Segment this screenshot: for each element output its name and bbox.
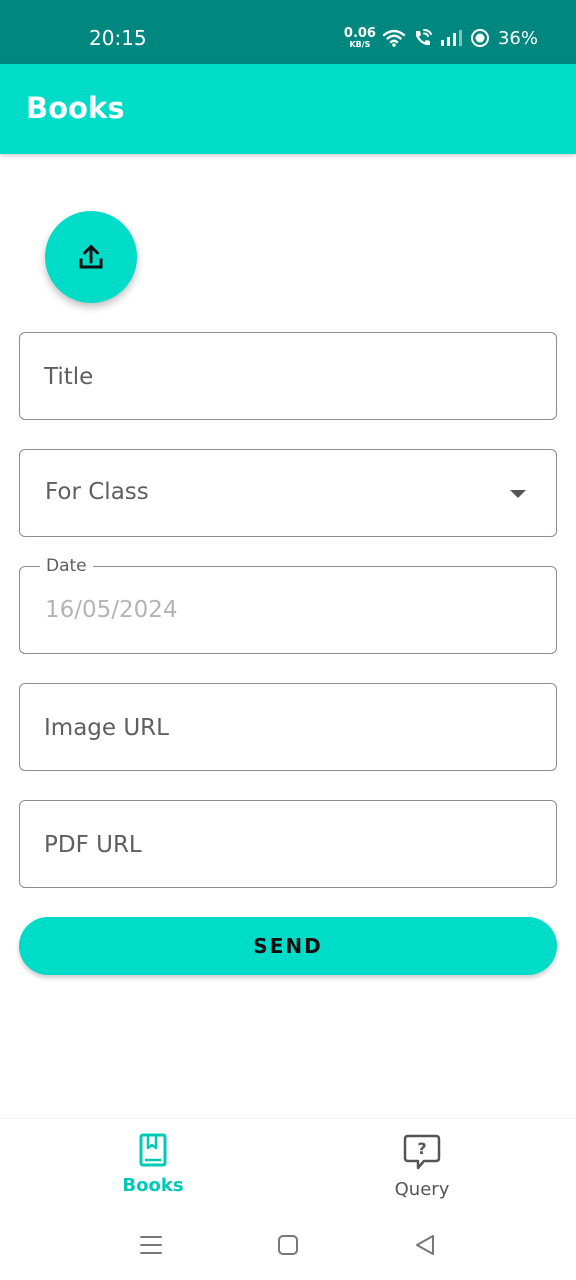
image-url-input[interactable]	[44, 710, 524, 746]
upload-icon	[79, 245, 103, 269]
net-speed: 0.06 KB/S	[344, 27, 376, 49]
battery-percent: 36%	[497, 27, 538, 49]
dropdown-arrow-icon	[510, 490, 526, 498]
send-button-label: SEND	[253, 934, 323, 958]
system-nav-bar	[0, 1210, 576, 1280]
title-input[interactable]	[44, 359, 524, 395]
net-speed-value: 0.06	[343, 26, 376, 41]
upload-button[interactable]	[45, 211, 137, 303]
page-title: Books	[26, 91, 125, 125]
send-button[interactable]: SEND	[19, 917, 557, 975]
status-bar: 20:15 0.06 KB/S 36%	[0, 0, 576, 64]
nav-item-query[interactable]: ? Query	[352, 1133, 492, 1205]
date-value: 16/05/2024	[45, 597, 178, 623]
status-time: 20:15	[89, 26, 147, 50]
for-class-dropdown[interactable]: For Class	[19, 449, 557, 537]
nav-item-books[interactable]: Books	[83, 1133, 223, 1205]
back-icon[interactable]	[412, 1232, 438, 1258]
net-speed-unit: KB/S	[349, 40, 371, 49]
signal-icon	[440, 30, 462, 46]
pdf-url-input[interactable]	[44, 827, 524, 863]
home-icon[interactable]	[275, 1232, 301, 1258]
battery-saver-icon	[470, 29, 489, 47]
question-bubble-icon: ?	[403, 1134, 441, 1170]
title-field[interactable]	[19, 332, 557, 420]
date-label: Date	[40, 556, 93, 576]
nav-label-query: Query	[394, 1179, 450, 1200]
for-class-label: For Class	[45, 479, 149, 505]
app-bar: Books	[0, 64, 576, 154]
menu-icon[interactable]	[138, 1232, 164, 1258]
status-icons: 0.06 KB/S 36%	[344, 22, 538, 54]
svg-text:?: ?	[417, 1139, 426, 1158]
wifi-icon	[382, 29, 406, 47]
pdf-url-field[interactable]	[19, 800, 557, 888]
book-icon	[139, 1133, 167, 1167]
wifi-calling-icon	[415, 29, 432, 46]
image-url-field[interactable]	[19, 683, 557, 771]
date-field[interactable]: Date 16/05/2024	[19, 556, 557, 654]
bottom-nav: Books ? Query	[0, 1118, 576, 1210]
nav-label-books: Books	[122, 1175, 184, 1196]
